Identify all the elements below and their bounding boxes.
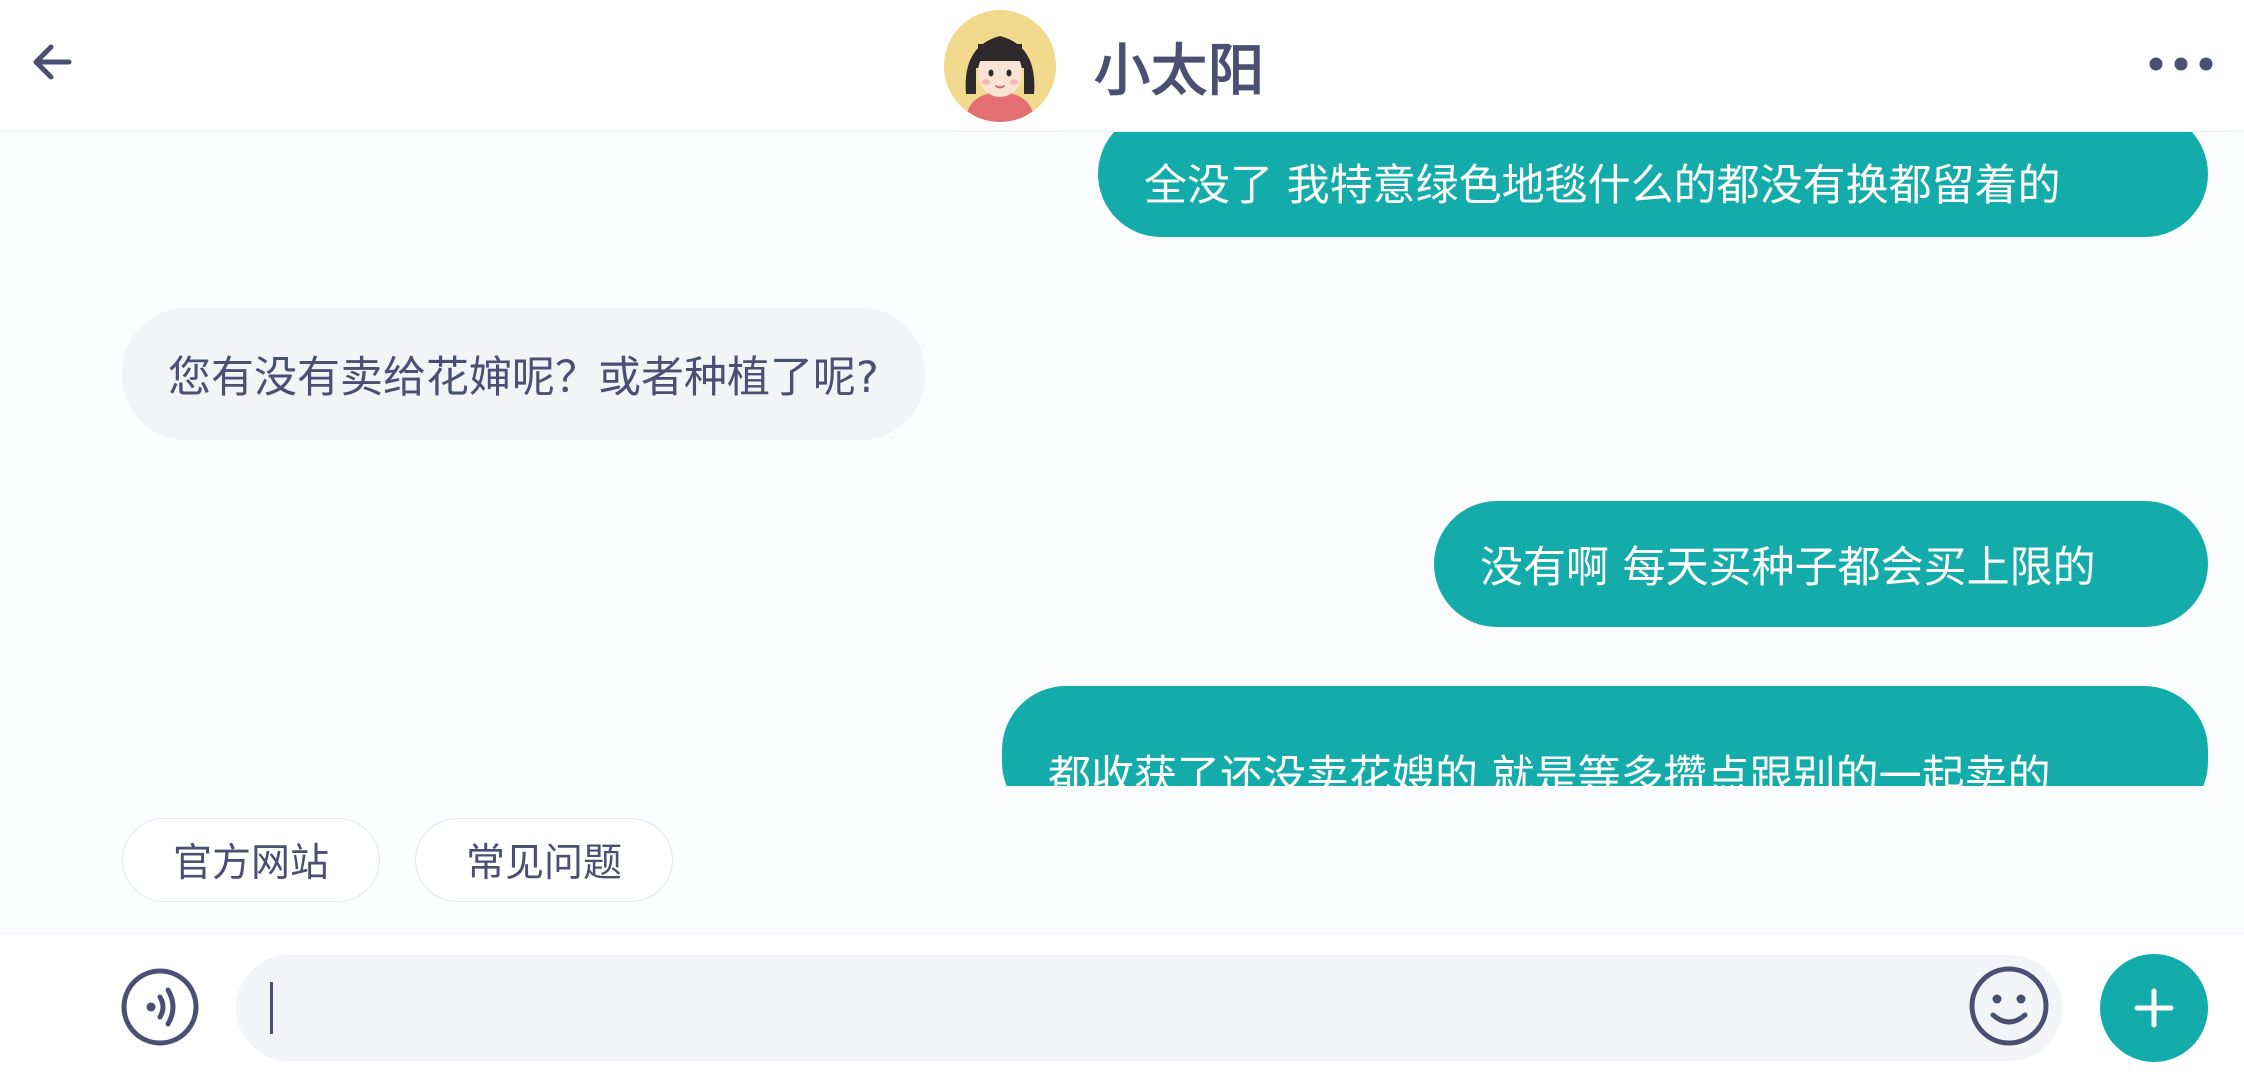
message-list[interactable]: 全没了 我特意绿色地毯什么的都没有换都留着的 您有没有卖给花婶呢？或者种植了呢?… — [0, 131, 2244, 786]
message-text: 都收获了还没卖花嫂的 就是等多攒点跟别的一起卖的 — [1048, 752, 2051, 786]
quick-reply-official-site[interactable]: 官方网站 — [122, 818, 380, 902]
contact-avatar — [944, 10, 1056, 122]
chat-screen: 小太阳 全没了 我特意绿色地毯什么的都没有换都留着的 您有没有卖给花婶呢？或者种… — [0, 0, 2244, 1080]
girl-avatar-icon — [944, 10, 1056, 122]
message-bubble-outgoing[interactable]: 都收获了还没卖花嫂的 就是等多攒点跟别的一起卖的 — [1002, 686, 2208, 786]
message-text: 全没了 我特意绿色地毯什么的都没有换都留着的 — [1144, 161, 2061, 211]
message-bubble-outgoing[interactable]: 没有啊 每天买种子都会买上限的 — [1434, 501, 2208, 627]
arrow-left-icon — [33, 44, 72, 80]
chat-header: 小太阳 — [0, 0, 2244, 132]
contact-info[interactable]: 小太阳 — [944, 10, 1265, 122]
message-text: 您有没有卖给花婶呢？或者种植了呢? — [168, 353, 879, 403]
contact-name: 小太阳 — [1094, 38, 1265, 104]
message-text: 没有啊 每天买种子都会买上限的 — [1480, 543, 2096, 593]
quick-reply-label: 官方网站 — [172, 841, 329, 886]
more-dots-icon — [2149, 57, 2213, 71]
more-options-button[interactable] — [2146, 42, 2216, 86]
message-input[interactable] — [272, 955, 1976, 1063]
input-bar — [0, 933, 2244, 1080]
quick-reply-faq[interactable]: 常见问题 — [415, 818, 673, 902]
quick-reply-label: 常见问题 — [465, 841, 622, 886]
emoji-button[interactable] — [1968, 965, 2050, 1047]
message-input-container[interactable] — [236, 955, 2062, 1063]
more-actions-button[interactable] — [2100, 954, 2208, 1062]
back-button[interactable] — [24, 34, 80, 90]
message-bubble-incoming[interactable]: 您有没有卖给花婶呢？或者种植了呢? — [122, 308, 925, 440]
emoji-icon — [1969, 966, 2049, 1046]
message-bubble-outgoing[interactable]: 全没了 我特意绿色地毯什么的都没有换都留着的 — [1098, 131, 2208, 237]
plus-icon — [2134, 988, 2174, 1028]
voice-input-button[interactable] — [120, 967, 200, 1047]
voice-icon — [121, 968, 199, 1046]
